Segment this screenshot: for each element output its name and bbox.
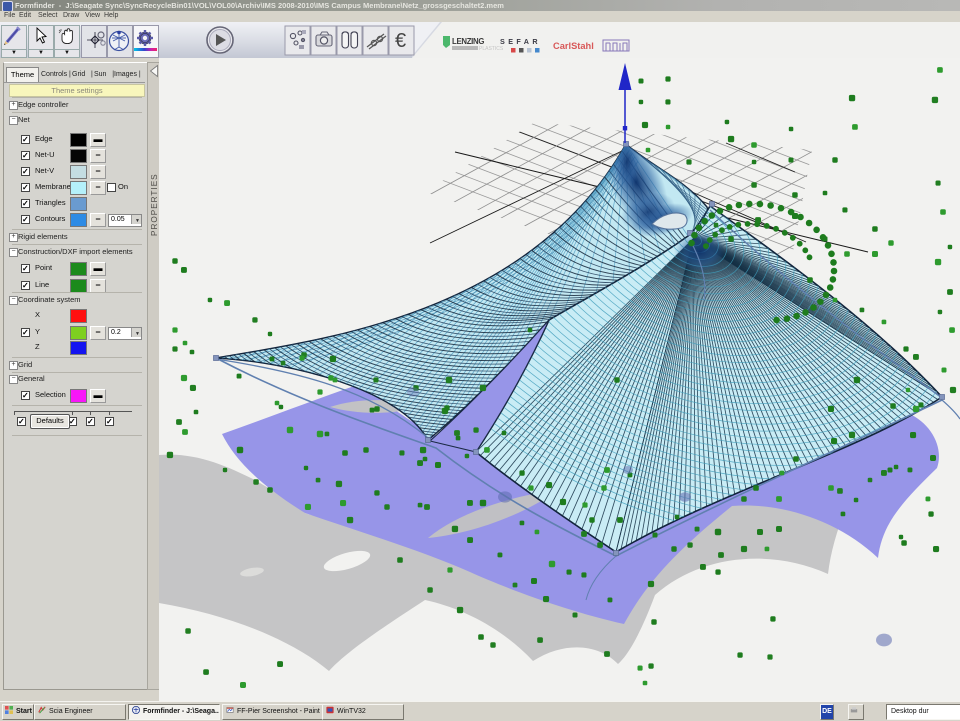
- svg-text:CarlStahl: CarlStahl: [553, 41, 594, 51]
- svg-text:SEFAR: SEFAR: [500, 37, 541, 46]
- svg-text:€: €: [395, 30, 406, 52]
- svg-text:LENZING: LENZING: [452, 37, 484, 46]
- svg-text:PLASTICS: PLASTICS: [479, 46, 504, 52]
- svg-text:PROPERTIES: PROPERTIES: [150, 173, 159, 236]
